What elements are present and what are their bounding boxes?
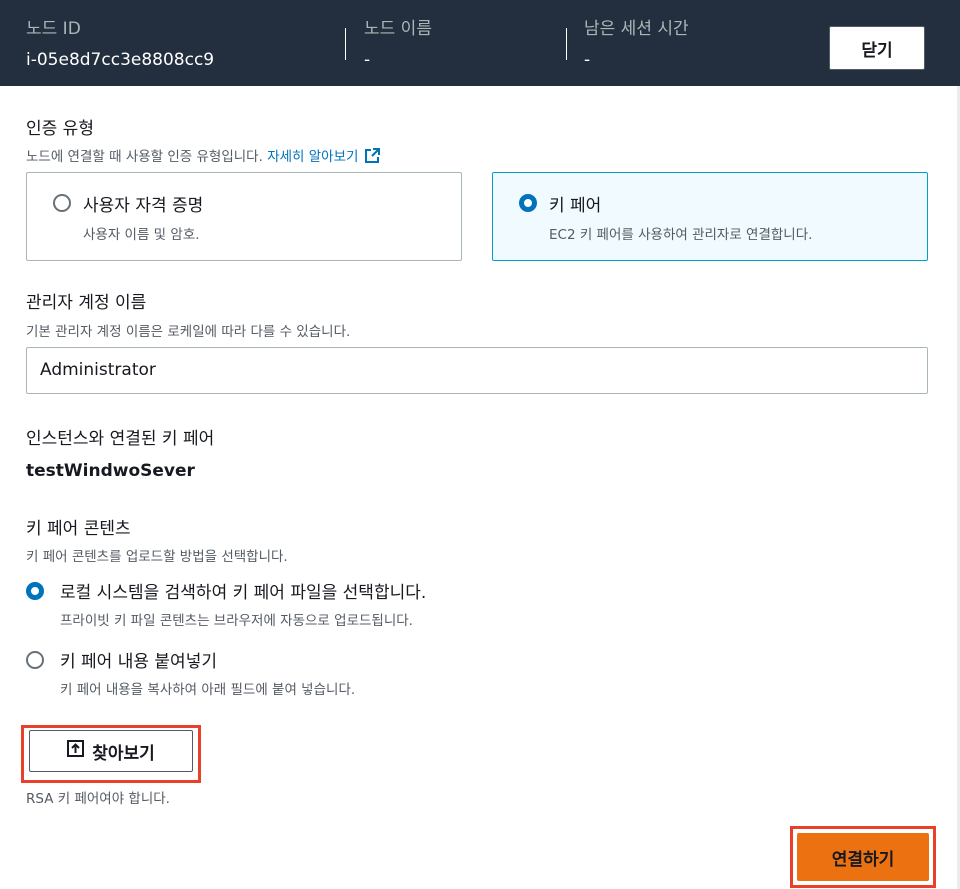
auth-type-title: 인증 유형 [26,119,94,139]
auth-option-title: 키 페어 [549,196,602,216]
option-browse-local-description: 프라이빗 키 파일 콘텐츠는 브라우저에 자동으로 업로드됩니다. [60,613,413,629]
auth-type-description-row: 노드에 연결할 때 사용할 인증 유형입니다. 자세히 알아보기 [26,145,381,168]
auth-option-key-pair[interactable]: 키 페어 EC2 키 페어를 사용하여 관리자로 연결합니다. [492,172,928,261]
node-id-label: 노드 ID [26,19,81,39]
radio-paste-content[interactable] [26,651,44,669]
session-time-field: 남은 세션 시간 - [584,14,689,70]
learn-more-link[interactable]: 자세히 알아보기 [267,147,381,168]
option-paste-content-description: 키 페어 내용을 복사하여 아래 필드에 붙여 넣습니다. [60,682,356,698]
node-name-label: 노드 이름 [364,19,432,39]
close-button[interactable]: 닫기 [829,26,925,70]
browse-hint: RSA 키 페어여야 합니다. [26,791,170,807]
session-header: 노드 ID i-05e8d7cc3e8808cc9 노드 이름 - 남은 세션 … [0,0,960,86]
header-divider [345,28,346,60]
node-id-field: 노드 ID i-05e8d7cc3e8808cc9 [26,14,214,70]
external-link-icon [364,147,381,168]
radio-browse-local-file[interactable] [26,582,44,600]
node-name-value: - [364,50,371,70]
upload-icon [67,740,85,762]
auth-type-description: 노드에 연결할 때 사용할 인증 유형입니다. [26,149,263,165]
key-pair-content-title: 키 페어 콘텐츠 [26,519,131,539]
key-pair-value: testWindwoSever [26,461,195,481]
browse-label: 찾아보기 [92,743,155,764]
node-name-field: 노드 이름 - [364,14,432,70]
auth-option-user-credentials[interactable]: 사용자 자격 증명 사용자 이름 및 암호. [26,172,462,261]
session-time-value: - [584,50,591,70]
key-pair-label: 인스턴스와 연결된 키 페어 [26,429,215,449]
admin-account-description: 기본 관리자 계정 이름은 로케일에 따라 다를 수 있습니다. [26,324,351,340]
radio-key-pair[interactable] [519,194,537,212]
header-divider [566,28,567,60]
auth-option-title: 사용자 자격 증명 [83,196,204,216]
auth-option-description: EC2 키 페어를 사용하여 관리자로 연결합니다. [549,227,813,243]
option-browse-local-title[interactable]: 로컬 시스템을 검색하여 키 페어 파일을 선택합니다. [60,578,426,603]
learn-more-text: 자세히 알아보기 [267,149,359,165]
option-paste-content-title[interactable]: 키 페어 내용 붙여넣기 [60,647,217,672]
admin-account-input[interactable]: Administrator [26,347,928,394]
admin-account-title: 관리자 계정 이름 [26,293,147,313]
node-id-value: i-05e8d7cc3e8808cc9 [26,50,215,70]
radio-user-credentials[interactable] [53,194,71,212]
connect-button[interactable]: 연결하기 [797,833,929,881]
auth-option-description: 사용자 이름 및 암호. [83,227,200,243]
session-time-label: 남은 세션 시간 [584,19,689,39]
key-pair-content-description: 키 페어 콘텐츠를 업로드할 방법을 선택합니다. [26,549,288,565]
browse-button[interactable]: 찾아보기 [29,730,193,772]
